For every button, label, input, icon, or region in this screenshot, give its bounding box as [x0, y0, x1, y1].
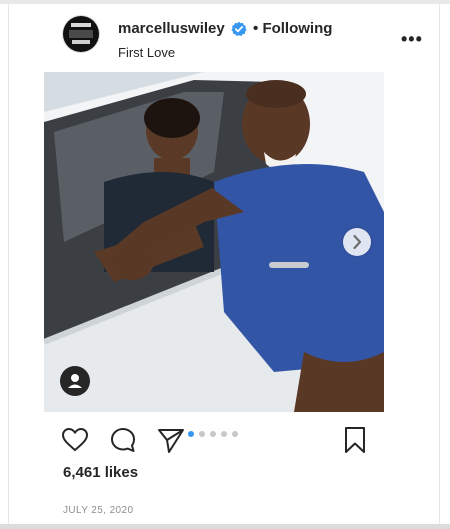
- carousel-dot: [199, 431, 205, 437]
- verified-badge-icon: [231, 21, 247, 36]
- separator-dot: •: [253, 20, 259, 37]
- chevron-right-icon: [353, 234, 362, 250]
- post-photo[interactable]: [44, 72, 384, 412]
- comment-icon[interactable]: [108, 425, 138, 455]
- user-tag-icon: [68, 374, 82, 388]
- avatar[interactable]: [63, 16, 99, 52]
- heart-icon[interactable]: [60, 425, 90, 455]
- carousel-dot: [221, 431, 227, 437]
- bookmark-icon[interactable]: [340, 425, 370, 455]
- carousel-dot: [232, 431, 238, 437]
- likes-count[interactable]: 6,461 likes: [63, 464, 138, 481]
- carousel-dot: [210, 431, 216, 437]
- post-header: marcelluswiley • Following First Love ••…: [55, 6, 422, 60]
- share-icon[interactable]: [156, 425, 186, 455]
- username-link[interactable]: marcelluswiley: [118, 20, 225, 37]
- following-status[interactable]: • Following: [253, 20, 332, 37]
- action-bar: [60, 425, 380, 455]
- photo-illustration: [44, 72, 384, 412]
- next-slide-button[interactable]: [343, 228, 371, 256]
- location-link[interactable]: First Love: [118, 45, 175, 60]
- user-tag-button[interactable]: [60, 366, 90, 396]
- window-bottom-strip: [0, 524, 450, 529]
- more-options-icon[interactable]: •••: [401, 29, 423, 50]
- carousel-dot: [188, 431, 194, 437]
- post-date[interactable]: JULY 25, 2020: [63, 505, 133, 516]
- following-label: Following: [262, 20, 333, 37]
